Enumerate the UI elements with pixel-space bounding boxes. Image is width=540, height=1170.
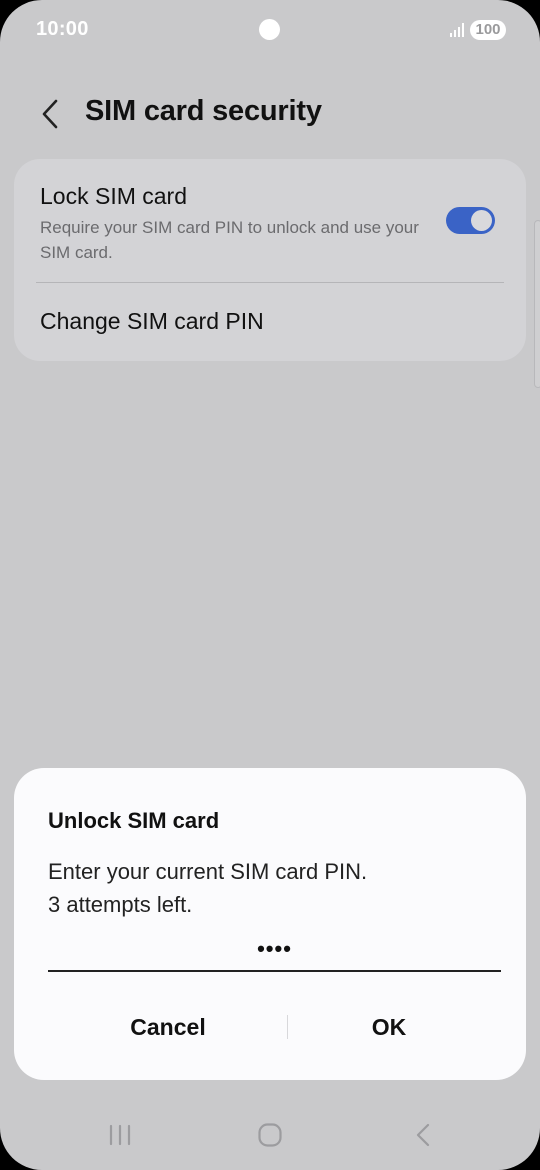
status-bar: 10:00 100	[0, 0, 540, 60]
dialog-message-line2: 3 attempts left.	[48, 892, 193, 917]
ok-button[interactable]: OK	[276, 996, 502, 1058]
cancel-button[interactable]: Cancel	[40, 996, 296, 1058]
dialog-title: Unlock SIM card	[48, 808, 220, 833]
lock-sim-card-description: Require your SIM card PIN to unlock and …	[40, 218, 419, 262]
lock-sim-card-row[interactable]: Lock SIM card Require your SIM card PIN …	[14, 159, 526, 282]
change-sim-pin-row[interactable]: Change SIM card PIN	[14, 283, 526, 361]
lock-sim-card-toggle[interactable]	[446, 207, 495, 234]
signal-icon	[450, 23, 464, 37]
back-icon	[416, 1123, 430, 1147]
lock-sim-card-title: Lock SIM card	[40, 183, 187, 209]
home-button[interactable]	[240, 1110, 300, 1160]
change-sim-pin-label: Change SIM card PIN	[40, 308, 264, 334]
front-camera	[259, 19, 280, 40]
dialog-message: Enter your current SIM card PIN. 3 attem…	[48, 855, 367, 921]
scroll-indicator[interactable]	[534, 220, 540, 388]
status-time: 10:00	[36, 18, 89, 40]
recents-icon	[109, 1124, 131, 1146]
phone-screen: 10:00 100 SIM card security Lock SIM car…	[0, 0, 540, 1170]
page-title: SIM card security	[85, 95, 322, 127]
home-icon	[258, 1123, 282, 1147]
navigation-bar	[0, 1100, 540, 1170]
nav-back-button[interactable]	[393, 1110, 453, 1160]
chevron-left-icon	[42, 99, 58, 129]
dialog-buttons: Cancel OK	[14, 996, 526, 1058]
back-button[interactable]	[28, 90, 72, 138]
recents-button[interactable]	[90, 1110, 150, 1160]
battery-icon: 100	[470, 20, 506, 40]
settings-card: Lock SIM card Require your SIM card PIN …	[14, 159, 526, 361]
toggle-knob	[471, 210, 492, 231]
dialog-message-line1: Enter your current SIM card PIN.	[48, 859, 368, 884]
pin-input[interactable]	[48, 928, 501, 972]
unlock-sim-dialog: Unlock SIM card Enter your current SIM c…	[14, 768, 526, 1080]
